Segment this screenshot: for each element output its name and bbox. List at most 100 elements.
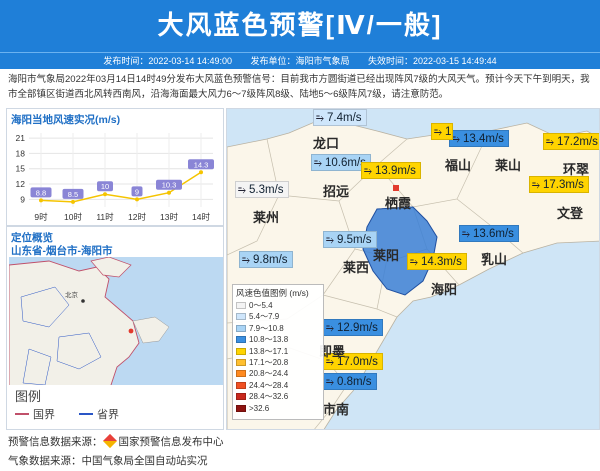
legend-country-border: 国界 — [15, 406, 55, 422]
legend-swatch — [236, 324, 246, 332]
data-label: 8.5 — [68, 190, 78, 199]
warning-meta-bar: 发布时间：2022-03-14 14:49:00 发布单位：海阳市气象局 失效时… — [0, 52, 600, 69]
y-tick-label: 15 — [16, 164, 26, 174]
data-point — [199, 170, 203, 175]
station-wind-value[interactable]: ⥱ 5.3m/s — [235, 181, 289, 198]
station-wind-value[interactable]: ⥱ 17.3m/s — [529, 176, 589, 193]
legend-row: 24.4～28.4 — [236, 380, 320, 391]
legend-row: 10.8～13.8 — [236, 334, 320, 345]
legend-swatch — [236, 358, 246, 366]
city-label: 乳山 — [481, 252, 508, 267]
city-label: 莱阳 — [373, 248, 400, 263]
city-label: 海阳 — [431, 282, 458, 297]
y-tick-label: 18 — [16, 148, 26, 158]
legend-row: 17.1～20.8 — [236, 357, 320, 368]
data-point — [71, 199, 75, 204]
wind-barb-icon: ⥱ — [238, 185, 246, 196]
publisher: 发布单位：海阳市气象局 — [250, 56, 350, 66]
station-wind-value[interactable]: ⥱ 13.9m/s — [361, 162, 421, 179]
legend-row: 0～5.4 — [236, 300, 320, 311]
x-tick-label: 13时 — [160, 212, 178, 222]
map-legend-title: 图例 — [15, 389, 42, 404]
beijing-label: 北京 — [65, 290, 79, 299]
data-label: 8.8 — [36, 188, 46, 197]
legend-swatch — [236, 336, 246, 344]
wind-barb-icon: ⥱ — [452, 134, 460, 145]
data-point — [39, 198, 43, 203]
city-label: 莱山 — [495, 158, 522, 173]
station-wind-value[interactable]: ⥱ 9.8m/s — [239, 251, 293, 268]
publish-time: 发布时间：2022-03-14 14:49:00 — [103, 56, 232, 66]
city-label: 市南 — [323, 402, 350, 417]
legend-row: 13.8～17.1 — [236, 346, 320, 357]
data-label: 14.3 — [194, 160, 209, 169]
city-label: 文登 — [557, 206, 584, 221]
warning-source-link[interactable]: 国家预警信息发布中心 — [119, 436, 224, 448]
wind-color-legend: 风速色值图例 (m/s) 0～5.4 5.4～7.9 7.9～10.8 10.8… — [232, 284, 324, 420]
wind-barb-icon: ⥱ — [364, 166, 372, 177]
y-tick-label: 21 — [16, 133, 26, 143]
legend-swatch — [236, 404, 246, 412]
location-path: 山东省-烟台市-海阳市 — [11, 245, 113, 257]
province-border-label: 省界 — [97, 409, 119, 421]
station-wind-value[interactable]: ⥱ 17.2m/s — [543, 133, 599, 150]
data-label: 9 — [135, 187, 139, 196]
station-wind-value[interactable]: ⥱ 7.4m/s — [313, 109, 367, 126]
legend-swatch — [236, 370, 246, 378]
city-label: 福山 — [445, 158, 472, 173]
wind-barb-icon: ⥱ — [532, 180, 540, 191]
weather-source: 气象数据来源：中国气象局全国自动站实况 — [8, 455, 208, 467]
warning-description: 海阳市气象局2022年03月14日14时49分发布大风蓝色预警信号：目前我市方圆… — [8, 74, 590, 100]
station-wind-value[interactable]: ⥱13.4m/s — [449, 130, 509, 147]
location-panel: 定位概览 山东省-烟台市-海阳市 北京 图例 国界 省界 — [6, 226, 224, 430]
legend-swatch — [236, 381, 246, 389]
wind-barb-icon: ⥱ — [316, 113, 324, 124]
x-tick-label: 11时 — [96, 212, 114, 222]
city-label: 环翠 — [563, 162, 590, 177]
station-wind-value[interactable]: ⥱ 0.8m/s — [323, 373, 377, 390]
data-label: 10 — [101, 182, 109, 191]
chart-title: 海阳当地风速实况(m/s) — [11, 114, 121, 126]
station-wind-value[interactable]: ⥱ 9.5m/s — [323, 231, 377, 248]
x-tick-label: 10时 — [64, 212, 82, 222]
province-border-swatch — [79, 413, 93, 415]
legend-swatch — [236, 313, 246, 321]
wind-barb-icon: ⥱ — [326, 235, 334, 246]
legend-row: 5.4～7.9 — [236, 311, 320, 322]
legend-province-border: 省界 — [79, 406, 119, 422]
station-wind-value[interactable]: ⥱ 13.6m/s — [459, 225, 519, 242]
x-tick-label: 9时 — [34, 212, 48, 222]
legend-row: >32.6 — [236, 403, 320, 414]
wind-barb-icon: ⥱ — [462, 229, 470, 240]
data-point — [103, 192, 107, 197]
wind-barb-icon: ⥱ — [434, 127, 442, 138]
legend-swatch — [236, 302, 246, 309]
wind-legend-title: 风速色值图例 (m/s) — [236, 288, 309, 298]
data-point — [167, 190, 171, 195]
city-label: 莱州 — [253, 210, 280, 225]
wind-speed-chart: 9 12 15 18 21 8.8 9时 8.5 10时 10 11时 9 12时 10.3 13时 14.3… — [16, 133, 214, 222]
page-title: 大风蓝色预警[Ⅳ/一般] — [0, 0, 600, 52]
wind-barb-icon: ⥱ — [314, 158, 322, 169]
city-label: 栖霞 — [385, 196, 412, 211]
city-label: 莱西 — [343, 260, 370, 275]
x-tick-label: 12时 — [128, 212, 146, 222]
legend-row: 7.9～10.8 — [236, 323, 320, 334]
wind-barb-icon: ⥱ — [326, 323, 334, 334]
expire-time: 失效时间：2022-03-15 14:49:44 — [368, 56, 497, 66]
wind-barb-icon: ⥱ — [242, 255, 250, 266]
data-label: 10.3 — [162, 181, 177, 190]
map-legend-box: 图例 国界 省界 — [9, 385, 223, 429]
station-wind-value[interactable]: ⥱13.4m/s — [431, 123, 453, 140]
country-border-swatch — [15, 413, 29, 415]
data-point — [135, 197, 139, 202]
country-border-label: 国界 — [33, 409, 55, 421]
station-wind-value[interactable]: ⥱ 12.9m/s — [323, 319, 383, 336]
city-label: 龙口 — [313, 136, 340, 151]
warning-center-logo-icon — [102, 433, 117, 449]
station-wind-value[interactable]: ⥱ 14.3m/s — [407, 253, 467, 270]
warning-source: 预警信息数据来源： 国家预警信息发布中心 — [8, 433, 224, 449]
legend-row: 28.4～32.6 — [236, 391, 320, 402]
y-tick-label: 12 — [16, 179, 26, 189]
wind-barb-icon: ⥱ — [326, 377, 334, 388]
